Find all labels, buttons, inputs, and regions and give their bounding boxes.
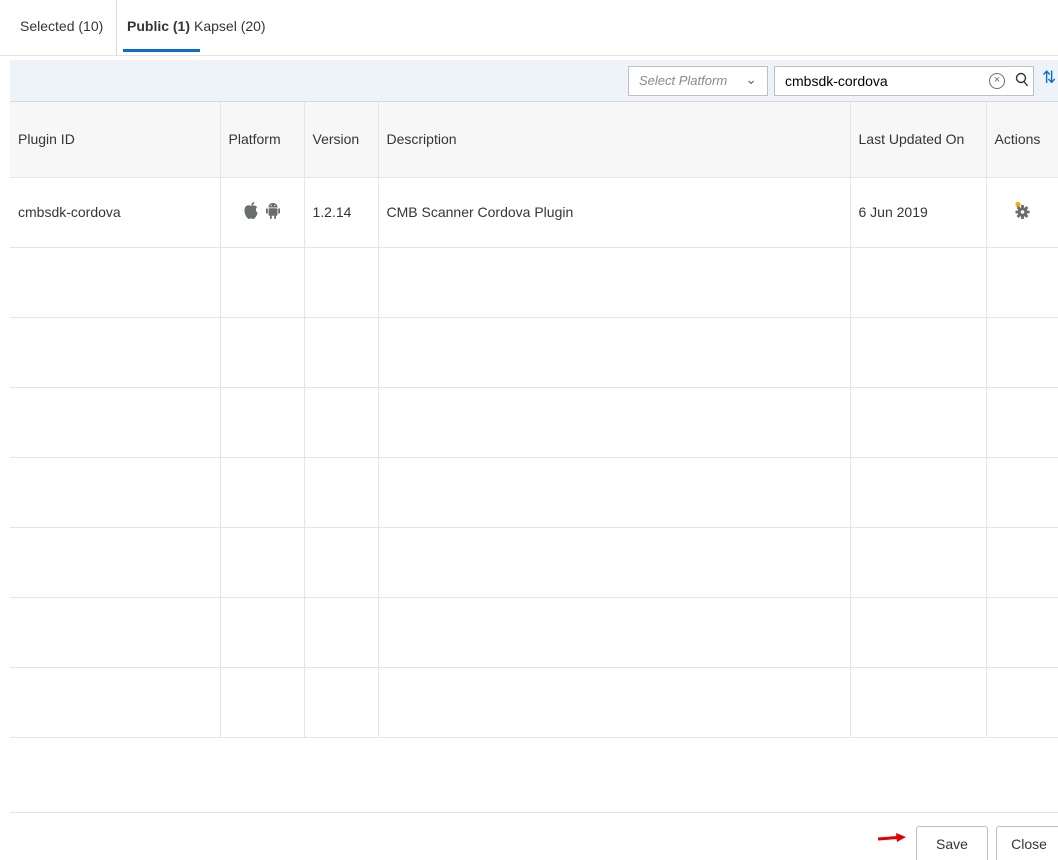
empty-cell [986,527,1058,598]
empty-cell [850,597,987,668]
chevron-down-icon: ⌄ [745,71,757,87]
empty-cell [10,317,221,388]
empty-cell [378,387,851,458]
arrow-right-icon [878,833,906,842]
table-header-row: Plugin ID Platform Version Description L… [10,102,1058,178]
empty-cell [304,597,379,668]
empty-cell [986,317,1058,388]
empty-cell [10,247,221,318]
column-header-plugin-id[interactable]: Plugin ID [10,102,221,178]
actions-cell [986,177,1058,248]
version-cell: 1.2.14 [304,177,379,248]
tab-bar: Selected (10) Public (1) Kapsel (20) [0,0,1058,56]
table-row[interactable]: cmbsdk-cordova 1.2.14 CMB Scanner Cordov… [10,177,1058,248]
empty-cell [304,387,379,458]
description-cell: CMB Scanner Cordova Plugin [378,177,851,248]
empty-cell [850,667,987,738]
empty-cell [850,317,987,388]
platform-select[interactable]: Select Platform ⌄ [628,66,768,96]
tab-kapsel[interactable]: Kapsel (20) [194,0,266,56]
empty-cell [850,457,987,528]
search-icon[interactable] [1015,72,1029,88]
platform-select-placeholder: Select Platform [639,73,728,88]
empty-cell [850,247,987,318]
empty-cell [304,457,379,528]
empty-cell [10,387,221,458]
tab-public[interactable]: Public (1) [116,0,201,56]
empty-cell [850,387,987,458]
plugins-table: Plugin ID Platform Version Description L… [10,102,1058,738]
empty-cell [220,527,305,598]
clear-icon[interactable]: × [989,73,1005,89]
close-button[interactable]: Close [996,826,1058,860]
column-header-last-updated[interactable]: Last Updated On [850,102,987,178]
empty-table-row [10,387,1058,458]
empty-cell [220,387,305,458]
column-header-actions: Actions [986,102,1058,178]
plugin-id-cell: cmbsdk-cordova [10,177,221,248]
column-header-platform[interactable]: Platform [220,102,305,178]
empty-table-row [10,317,1058,388]
empty-cell [304,527,379,598]
empty-table-row [10,597,1058,668]
empty-table-row [10,457,1058,528]
empty-cell [986,247,1058,318]
empty-cell [850,527,987,598]
apple-icon [244,202,258,219]
empty-cell [986,667,1058,738]
empty-cell [378,667,851,738]
empty-cell [220,667,305,738]
empty-table-row [10,667,1058,738]
empty-cell [10,457,221,528]
empty-cell [220,457,305,528]
empty-cell [378,247,851,318]
empty-cell [220,247,305,318]
empty-cell [986,457,1058,528]
empty-cell [378,457,851,528]
dialog-footer: Save Close [10,812,1058,860]
column-header-version[interactable]: Version [304,102,379,178]
empty-cell [378,317,851,388]
empty-cell [378,527,851,598]
empty-cell [10,597,221,668]
table-toolbar: Select Platform ⌄ × ⇅ [10,60,1058,102]
search-field: × [774,66,1034,96]
empty-cell [986,597,1058,668]
gear-icon[interactable] [1013,201,1031,221]
last-updated-cell: 6 Jun 2019 [850,177,987,248]
empty-cell [378,597,851,668]
sort-icon[interactable]: ⇅ [1042,68,1056,88]
search-input[interactable] [775,67,975,95]
android-icon [266,203,280,219]
empty-cell [10,527,221,598]
platform-cell [220,177,305,248]
save-button[interactable]: Save [916,826,988,860]
tab-selected[interactable]: Selected (10) [20,0,103,56]
empty-table-row [10,527,1058,598]
empty-cell [986,387,1058,458]
empty-cell [304,667,379,738]
column-header-description[interactable]: Description [378,102,851,178]
empty-table-row [10,247,1058,318]
empty-cell [10,667,221,738]
empty-cell [304,247,379,318]
empty-cell [220,317,305,388]
empty-cell [304,317,379,388]
empty-cell [220,597,305,668]
